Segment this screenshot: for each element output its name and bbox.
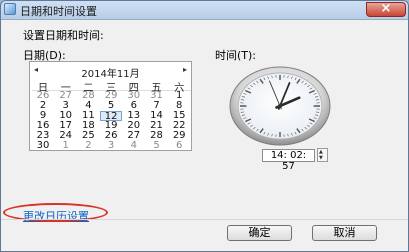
time-field[interactable]: 14: 02: 57 [262,149,315,172]
calendar-day[interactable]: 3 [100,141,122,151]
date-time-settings-dialog: 日期和时间设置 × 设置日期和时间: 日期(D): 时间(T): ◂ 2014年… [0,0,409,252]
month-calendar[interactable]: ◂ 2014年11月 ▸ 日一二三四五六 26 27 28 29 30 31 1 2 3 4 5 6 7… [29,61,192,151]
calendar-header: ◂ 2014年11月 ▸ [30,65,191,80]
window-title: 日期和时间设置 [20,5,97,18]
calendar-day[interactable]: 5 [146,141,168,151]
analog-clock [229,66,331,146]
calendar-day[interactable]: 2 [77,141,99,151]
clock-center [278,104,282,108]
close-icon: × [380,1,392,16]
footer-divider [1,219,408,220]
ok-button[interactable]: 确定 [227,225,292,241]
calendar-clock-icon [4,3,16,15]
calendar-day[interactable]: 6 [168,141,190,151]
spin-down-icon[interactable]: ▼ [319,155,323,161]
time-label: 时间(T): [215,49,257,62]
calendar-month-title[interactable]: 2014年11月 [30,65,191,80]
calendar-days: 26 27 28 29 30 31 1 2 3 4 5 6 7 8 9 10 11 12 13 14 15 16 17 18 1… [32,91,191,151]
time-spinner[interactable]: ▲ ▼ [317,148,328,162]
prompt-label: 设置日期和时间: [23,29,104,42]
cancel-button[interactable]: 取消 [312,225,377,241]
title-bar: 日期和时间设置 × [1,1,408,20]
calendar-day[interactable]: 1 [55,141,77,151]
calendar-day[interactable]: 30 [32,141,54,151]
close-button[interactable]: × [366,1,406,17]
next-month-icon[interactable]: ▸ [183,65,187,74]
calendar-day[interactable]: 5 [100,101,122,111]
calendar-day[interactable]: 4 [123,141,145,151]
